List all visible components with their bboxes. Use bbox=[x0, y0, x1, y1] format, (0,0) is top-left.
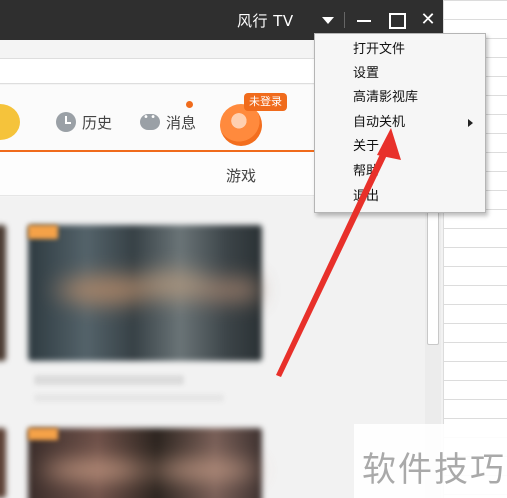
close-button[interactable]: ✕ bbox=[418, 10, 438, 30]
video-subcaption-blurred bbox=[34, 394, 224, 402]
menu-dropdown-button[interactable] bbox=[318, 10, 338, 30]
menu-item-settings[interactable]: 设置 bbox=[315, 62, 485, 86]
app-title: 风行 TV bbox=[237, 12, 294, 30]
context-menu: 打开文件 设置 高清影视库 自动关机 关于 帮助 退出 bbox=[314, 33, 486, 213]
video-caption-blurred bbox=[34, 375, 184, 385]
thumbnail-tag bbox=[28, 225, 58, 239]
menu-item-help[interactable]: 帮助 bbox=[315, 160, 485, 184]
history-nav-item[interactable]: 历史 bbox=[56, 110, 112, 134]
history-label: 历史 bbox=[82, 113, 113, 132]
watermark: 软件技巧 bbox=[354, 424, 507, 498]
thumbnail-detail bbox=[40, 240, 260, 340]
menu-item-about[interactable]: 关于 bbox=[315, 135, 485, 159]
notification-dot bbox=[186, 101, 193, 108]
maximize-button[interactable] bbox=[386, 10, 406, 30]
thumbnail-tag bbox=[28, 428, 58, 440]
minimize-button[interactable] bbox=[354, 10, 374, 30]
thumbnail-detail bbox=[40, 440, 260, 498]
video-thumbnail-partial[interactable] bbox=[0, 428, 6, 498]
chat-bubble-icon bbox=[140, 112, 160, 130]
titlebar-divider bbox=[344, 12, 345, 28]
menu-item-auto-shutdown[interactable]: 自动关机 bbox=[315, 111, 485, 135]
menu-item-auto-shutdown-label: 自动关机 bbox=[353, 115, 406, 130]
category-game-tab[interactable]: 游戏 bbox=[226, 165, 256, 186]
scrollbar-thumb[interactable] bbox=[427, 205, 439, 345]
messages-nav-item[interactable]: 消息 bbox=[140, 110, 196, 134]
watermark-text: 软件技巧 bbox=[362, 450, 506, 490]
clock-icon bbox=[56, 112, 76, 132]
submenu-arrow-icon bbox=[468, 119, 473, 127]
menu-item-exit[interactable]: 退出 bbox=[315, 185, 485, 209]
menu-item-hd-library[interactable]: 高清影视库 bbox=[315, 86, 485, 110]
video-thumbnail-partial[interactable] bbox=[0, 225, 6, 361]
messages-label: 消息 bbox=[166, 113, 197, 132]
menu-item-open-file[interactable]: 打开文件 bbox=[315, 38, 485, 62]
login-status-badge: 未登录 bbox=[244, 93, 287, 111]
